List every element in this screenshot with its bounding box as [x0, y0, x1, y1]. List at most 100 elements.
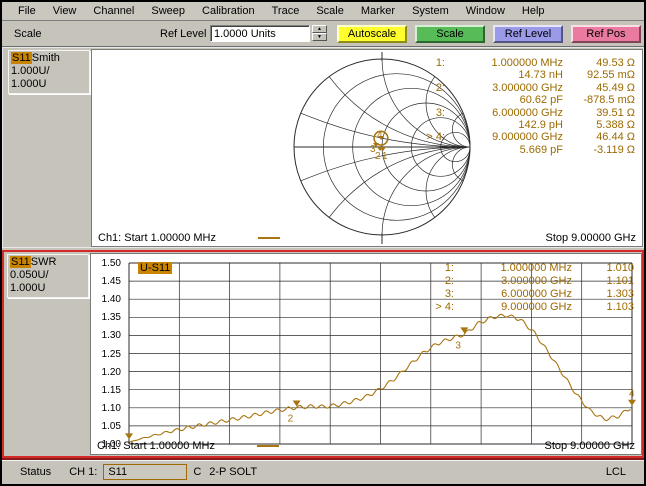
autoscale-button[interactable]: Autoscale — [337, 25, 407, 43]
swr-marker-symbol — [628, 399, 636, 406]
swr-marker-id: > 4: — [435, 301, 454, 313]
swr-plot-area: 2 3 4 1.50 1.45 1.40 1.35 1.30 1.25 1.20 1.15 1.10… — [90, 253, 642, 455]
swr-marker-freq: 3.000000 GHz — [501, 275, 572, 287]
marker-readout-row: 142.9 pH 5.388 Ω — [409, 119, 635, 131]
stop-label: Stop 9.00000 GHz — [544, 440, 635, 452]
menu-window[interactable]: Window — [458, 3, 513, 19]
status-bar: Status CH 1: S11 C 2-P SOLT LCL — [2, 460, 644, 482]
start-label: Ch1: Start 1.00000 MHz — [98, 232, 217, 244]
menu-marker[interactable]: Marker — [353, 3, 403, 19]
menu-channel[interactable]: Channel — [85, 3, 142, 19]
smith-marker-freq: 5.669 pF — [519, 143, 563, 156]
menu-calibration[interactable]: Calibration — [194, 3, 263, 19]
marker-readout-row: 5.669 pF -3.119 Ω — [409, 144, 635, 156]
trace-ref: 1.000U — [10, 282, 46, 294]
smith-marker-id: > 4: — [426, 131, 445, 144]
marker-readout-row: 14.73 nH 92.55 mΩ — [409, 69, 635, 81]
marker-readout-row: 2: 3.000000 GHz 45.49 Ω — [409, 82, 635, 94]
smith-marker-freq: 14.73 nH — [518, 69, 563, 82]
smith-marker-value: 39.51 Ω — [596, 106, 635, 119]
y-tick-label: 1.25 — [101, 348, 121, 360]
menu-file[interactable]: File — [10, 3, 44, 19]
swr-marker-number: 4 — [629, 389, 635, 400]
swr-marker-number: 3 — [455, 340, 461, 351]
smith-marker-number: 4 — [377, 130, 383, 141]
smith-marker-value: -3.119 Ω — [593, 143, 635, 156]
smith-marker-freq: 1.000000 MHz — [491, 57, 563, 69]
swr-marker-number: 2 — [288, 413, 294, 424]
ref-pos-button[interactable]: Ref Pos — [571, 25, 641, 43]
toolbar: Scale Ref Level ▲▼ Autoscale Scale Ref Lev… — [2, 22, 644, 47]
swr-trace-info[interactable]: S11SWR 0.050U/ 1.000U — [7, 254, 89, 298]
status-label: Status — [20, 465, 52, 478]
menu-trace[interactable]: Trace — [264, 3, 308, 19]
swr-marker-id: 1: — [444, 262, 454, 274]
smith-marker-value: 5.388 Ω — [596, 119, 635, 132]
vna-app-window: File View Channel Sweep Calibration Trace Scal… — [0, 0, 646, 486]
swr-marker-id: 3: — [444, 288, 454, 300]
toolbar-mode-label: Scale — [14, 28, 42, 40]
smith-marker-id — [409, 69, 445, 81]
swr-marker-id: 2: — [444, 275, 454, 287]
trace-format: Smith — [31, 52, 60, 64]
marker-readout-row: 3: 6.000000 GHz 1.303 — [418, 288, 634, 301]
swr-trace-curve — [128, 313, 631, 443]
y-tick-label: 1.40 — [101, 294, 121, 306]
ref-level-input[interactable] — [210, 25, 310, 42]
smith-marker-freq: 142.9 pH — [518, 119, 563, 132]
smith-marker-readout: 1: 1.000000 MHz 49.53 Ω 14.73 nH 92.55 mΩ 2: 3… — [409, 57, 635, 156]
spinner-down-icon[interactable]: ▼ — [312, 33, 327, 41]
trace-format: SWR — [30, 256, 57, 268]
smith-marker-value: 45.49 Ω — [596, 81, 635, 94]
trace-scale: 0.050U/ — [10, 269, 49, 281]
scale-button[interactable]: Scale — [415, 25, 485, 43]
y-tick-label: 1.15 — [101, 384, 121, 396]
smith-marker-value: -878.5 mΩ — [583, 94, 635, 107]
smith-trace-info[interactable]: S11Smith 1.000U/ 1.000U — [8, 50, 90, 94]
smith-marker-id — [409, 94, 445, 106]
y-tick-label: 1.35 — [101, 312, 121, 324]
smith-marker-value: 49.53 Ω — [596, 57, 635, 69]
menu-view[interactable]: View — [45, 3, 85, 19]
swr-curve-label: U-S11 — [138, 262, 173, 274]
smith-marker-value: 92.55 mΩ — [587, 69, 635, 82]
smith-footer: Ch1: Start 1.00000 MHz Stop 9.00000 GHz — [98, 231, 636, 245]
swr-marker-value: 1.010 — [606, 262, 634, 274]
trace-color-indicator — [258, 237, 281, 239]
start-label: Ch1: Start 1.00000 MHz — [97, 440, 216, 452]
ref-level-button[interactable]: Ref Level — [493, 25, 563, 43]
trace-ref: 1.000U — [11, 78, 47, 90]
y-tick-label: 1.30 — [101, 330, 121, 342]
marker-readout-row: 1: 1.000000 MHz 1.010 — [418, 262, 634, 275]
menu-sweep[interactable]: Sweep — [143, 3, 193, 19]
spinner-up-icon[interactable]: ▲ — [312, 25, 327, 33]
smith-marker-id — [409, 144, 445, 156]
swr-marker-freq: 1.000000 MHz — [500, 262, 572, 274]
smith-marker-number: 2 — [375, 151, 381, 162]
smith-marker-id: 1: — [435, 57, 445, 69]
menu-scale[interactable]: Scale — [308, 3, 352, 19]
status-measurement: S11 — [103, 463, 188, 480]
y-tick-label: 1.05 — [101, 420, 121, 432]
smith-marker-freq: 3.000000 GHz — [492, 81, 563, 94]
marker-readout-row: 60.62 pF -878.5 mΩ — [409, 94, 635, 106]
swr-marker-value: 1.103 — [606, 301, 634, 313]
marker-readout-row: 1: 1.000000 MHz 49.53 Ω — [409, 57, 635, 69]
swr-marker-freq: 9.000000 GHz — [501, 301, 572, 313]
swr-footer: Ch1: Start 1.00000 MHz Stop 9.00000 GHz — [97, 439, 635, 453]
trace-color-indicator — [257, 445, 280, 447]
y-tick-label: 1.45 — [101, 276, 121, 288]
y-tick-label: 1.10 — [101, 402, 121, 414]
swr-marker-value: 1.303 — [606, 288, 634, 300]
stop-label: Stop 9.00000 GHz — [545, 232, 636, 244]
marker-readout-row: 2: 3.000000 GHz 1.101 — [418, 275, 634, 288]
menu-system[interactable]: System — [404, 3, 457, 19]
cal-correction-flag: C — [193, 465, 202, 478]
smith-marker-value: 46.44 Ω — [596, 131, 635, 144]
swr-marker-freq: 6.000000 GHz — [501, 288, 572, 300]
marker-readout-row: 3: 6.000000 GHz 39.51 Ω — [409, 107, 635, 119]
smith-marker-freq: 9.000000 GHz — [492, 131, 563, 144]
menu-help[interactable]: Help — [514, 3, 553, 19]
y-tick-label: 1.50 — [101, 258, 121, 269]
smith-marker-freq: 60.62 pF — [519, 94, 563, 107]
